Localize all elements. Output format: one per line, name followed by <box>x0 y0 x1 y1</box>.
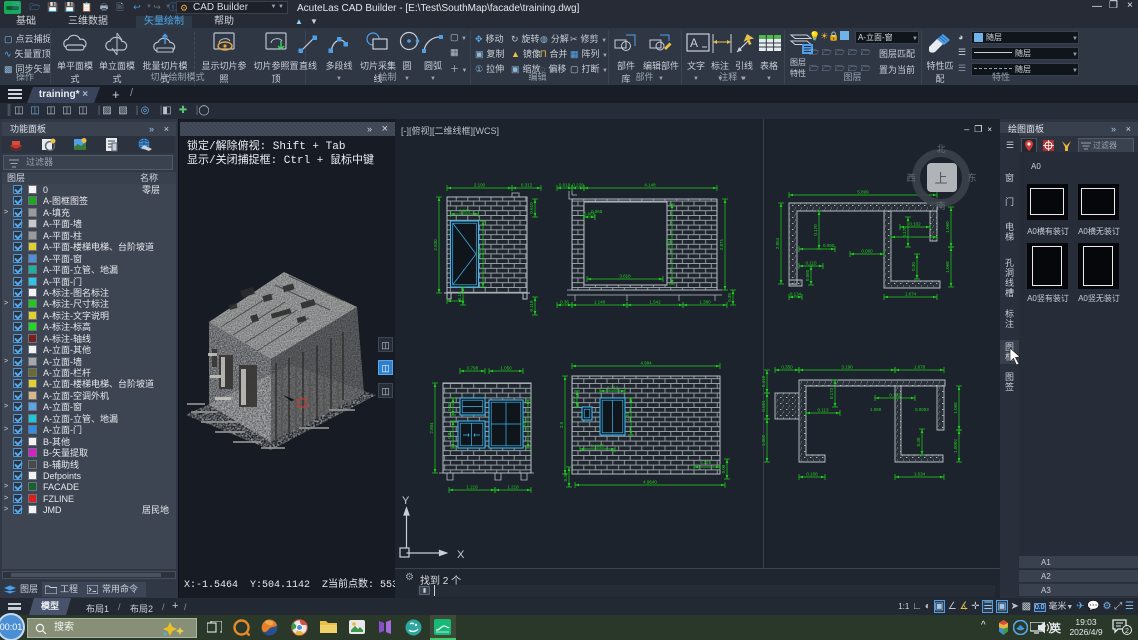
svg-text:1.0002: 1.0002 <box>953 439 958 453</box>
svg-text:2.100: 2.100 <box>474 183 486 188</box>
svg-text:4.9640: 4.9640 <box>643 480 657 485</box>
svg-text:2.190: 2.190 <box>477 248 482 260</box>
svg-text:1.002: 1.002 <box>761 434 766 446</box>
svg-text:0.798: 0.798 <box>467 366 479 371</box>
svg-text:0.30: 0.30 <box>911 262 916 271</box>
svg-text:东: 东 <box>967 172 976 183</box>
svg-text:0.113: 0.113 <box>818 408 829 413</box>
svg-text:A: A <box>690 36 698 50</box>
svg-text:2.9: 2.9 <box>559 421 564 428</box>
svg-text:3.190: 3.190 <box>841 365 853 370</box>
svg-text:Y: Y <box>402 495 410 507</box>
svg-text:南: 南 <box>936 200 945 211</box>
svg-text:1.068: 1.068 <box>953 402 958 414</box>
svg-text:0.06: 0.06 <box>721 464 726 473</box>
svg-text:1.674: 1.674 <box>905 292 917 297</box>
svg-text:1.148: 1.148 <box>594 300 606 305</box>
svg-text:2: 2 <box>1125 628 1129 635</box>
svg-text:0.81: 0.81 <box>447 430 452 439</box>
svg-text:0.173: 0.173 <box>829 387 834 399</box>
svg-text:1.634: 1.634 <box>914 472 926 477</box>
svg-text:2.871: 2.871 <box>719 238 724 250</box>
svg-text:0.060: 0.060 <box>805 269 810 281</box>
svg-text:1.218: 1.218 <box>507 485 519 490</box>
svg-text:0.312: 0.312 <box>521 183 533 188</box>
svg-text:西: 西 <box>906 173 915 183</box>
svg-text:1.218: 1.218 <box>466 485 478 490</box>
svg-text:0.36: 0.36 <box>560 300 569 305</box>
svg-text:1.678: 1.678 <box>914 365 926 370</box>
svg-text:0.118: 0.118 <box>529 300 534 311</box>
svg-text:北: 北 <box>936 144 945 154</box>
svg-text:0.1025: 0.1025 <box>591 444 605 449</box>
svg-text:4.148: 4.148 <box>644 183 656 188</box>
svg-text:1.542: 1.542 <box>649 300 661 305</box>
svg-text:2.804: 2.804 <box>429 422 434 434</box>
svg-text:0.38: 0.38 <box>727 293 732 302</box>
svg-text:0.168: 0.168 <box>806 472 818 477</box>
svg-text:0.170: 0.170 <box>813 224 818 236</box>
svg-text:0.50: 0.50 <box>447 402 452 411</box>
svg-text:0.19: 0.19 <box>457 291 462 300</box>
svg-text:2.830: 2.830 <box>433 239 438 251</box>
svg-text:0.134: 0.134 <box>790 292 802 297</box>
svg-text:5.899: 5.899 <box>857 190 869 195</box>
svg-text:2.801: 2.801 <box>666 238 671 250</box>
svg-text:0.350: 0.350 <box>781 365 793 370</box>
svg-text:0.102: 0.102 <box>909 222 921 227</box>
svg-text:4.984: 4.984 <box>640 361 652 366</box>
svg-text:1.380: 1.380 <box>699 300 711 305</box>
svg-text:0.712: 0.712 <box>607 386 619 391</box>
svg-text:1.068: 1.068 <box>945 261 950 273</box>
svg-text:1.050: 1.050 <box>500 366 512 371</box>
svg-text:1.581: 1.581 <box>522 418 527 430</box>
svg-text:0.090: 0.090 <box>823 243 835 248</box>
svg-text:0.551: 0.551 <box>761 400 766 412</box>
svg-text:上: 上 <box>934 171 947 186</box>
svg-text:0.065: 0.065 <box>591 209 603 214</box>
svg-text:0.418: 0.418 <box>761 375 766 387</box>
svg-text:X: X <box>457 549 465 561</box>
svg-text:1.060: 1.060 <box>945 221 950 233</box>
svg-text:0.110: 0.110 <box>806 261 817 266</box>
svg-text:0.618: 0.618 <box>559 183 571 188</box>
svg-text:0.610: 0.610 <box>529 202 534 214</box>
svg-text:0.30: 0.30 <box>916 437 921 446</box>
svg-text:1.060: 1.060 <box>870 407 882 412</box>
svg-text:2.854: 2.854 <box>775 237 780 249</box>
svg-text:0.0003: 0.0003 <box>915 407 929 412</box>
svg-text:0.102: 0.102 <box>889 393 901 398</box>
svg-text:3.818: 3.818 <box>619 274 631 279</box>
svg-text:0.060: 0.060 <box>861 249 873 254</box>
svg-text:0.908: 0.908 <box>459 209 471 214</box>
svg-text:0.325: 0.325 <box>700 460 712 465</box>
svg-text:0.2: 0.2 <box>571 395 576 402</box>
svg-text:0.229: 0.229 <box>572 183 584 188</box>
svg-text:0.36: 0.36 <box>563 472 568 481</box>
svg-text:1.26: 1.26 <box>625 412 630 421</box>
